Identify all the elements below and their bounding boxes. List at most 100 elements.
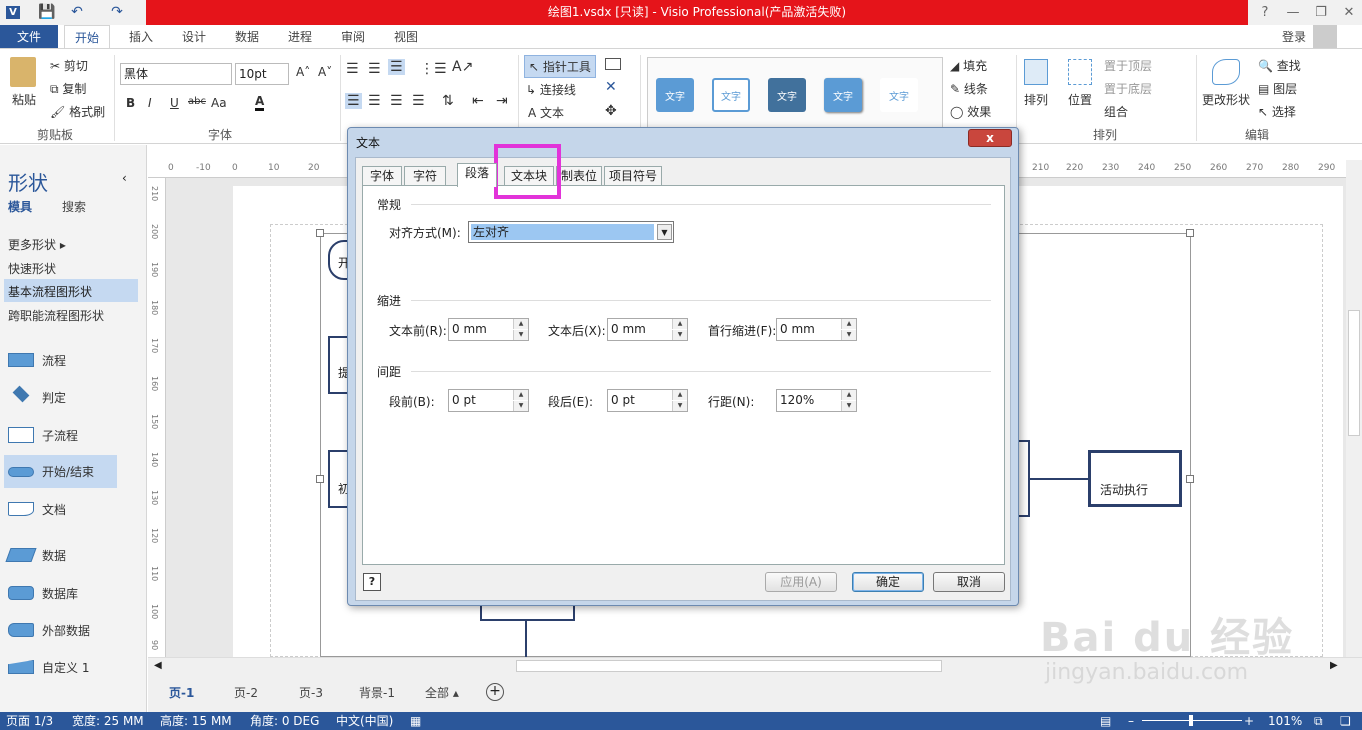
spin-down-icon[interactable]: ▼ xyxy=(672,401,687,411)
font-size-select[interactable]: 10pt xyxy=(235,63,289,85)
page-tab-2[interactable]: 页-2 xyxy=(234,684,258,701)
arrange-button[interactable]: 排列 xyxy=(1024,91,1048,108)
tab-review[interactable]: 审阅 xyxy=(331,25,375,49)
decrease-indent-icon[interactable]: ⇤ xyxy=(472,93,484,109)
dropdown-arrow-icon[interactable]: ▼ xyxy=(657,224,672,240)
change-shape-icon[interactable] xyxy=(1212,59,1240,85)
page-tab-all[interactable]: 全部 ▴ xyxy=(425,684,459,701)
scroll-right-icon[interactable]: ▶ xyxy=(1330,660,1338,671)
align-left-icon[interactable]: ☰ xyxy=(345,93,362,109)
spin-up-icon[interactable]: ▲ xyxy=(672,390,687,400)
spin-down-icon[interactable]: ▼ xyxy=(841,401,856,411)
undo-icon[interactable]: ↶ xyxy=(66,2,88,22)
find-button[interactable]: 🔍 查找 xyxy=(1258,57,1301,74)
justify-icon[interactable]: ☰ xyxy=(412,93,425,109)
underline-button[interactable]: U xyxy=(170,96,179,110)
tab-insert[interactable]: 插入 xyxy=(119,25,163,49)
paste-icon[interactable] xyxy=(10,57,36,87)
tab-file[interactable]: 文件 xyxy=(0,25,58,49)
scroll-left-icon[interactable]: ◀ xyxy=(154,660,162,671)
restore-button[interactable]: ❐ xyxy=(1308,0,1334,25)
spin-up-icon[interactable]: ▲ xyxy=(841,319,856,329)
more-shapes-item[interactable]: 更多形状 ▸ xyxy=(8,236,66,253)
bold-button[interactable]: B xyxy=(126,96,135,110)
position-button[interactable]: 位置 xyxy=(1068,91,1092,108)
page-tab-1[interactable]: 页-1 xyxy=(169,684,194,701)
selection-handle[interactable] xyxy=(316,229,324,237)
add-page-icon[interactable]: + xyxy=(486,683,504,701)
vertical-scrollbar[interactable] xyxy=(1346,160,1362,657)
delete-x-icon[interactable]: ✕ xyxy=(605,79,617,95)
scroll-thumb[interactable] xyxy=(1348,310,1360,436)
text-tool-button[interactable]: A 文本 xyxy=(528,104,564,121)
shape-item-custom-1[interactable]: 自定义 1 xyxy=(8,652,89,682)
signin-link[interactable]: 登录 xyxy=(1272,25,1316,49)
first-line-indent-spinner[interactable]: 0 mm ▲ ▼ xyxy=(776,318,857,341)
align-right-icon[interactable]: ☰ xyxy=(390,93,403,109)
fill-button[interactable]: ◢ 填充 xyxy=(950,57,987,74)
font-color-button[interactable]: A xyxy=(255,94,265,111)
tab-process[interactable]: 进程 xyxy=(278,25,322,49)
zoom-out-icon[interactable]: – xyxy=(1128,712,1134,730)
alignment-select[interactable]: 左对齐 ▼ xyxy=(468,221,674,243)
tab-stencils[interactable]: 模具 xyxy=(8,198,32,215)
selection-handle[interactable] xyxy=(316,475,324,483)
space-before-spinner[interactable]: 0 pt ▲ ▼ xyxy=(448,389,529,412)
cancel-button[interactable]: 取消 xyxy=(933,572,1005,592)
apply-button[interactable]: 应用(A) xyxy=(765,572,837,592)
text-rotate-icon[interactable]: A↗ xyxy=(452,59,473,75)
basic-flowchart-item[interactable]: 基本流程图形状 xyxy=(4,279,138,302)
align-top-icon[interactable]: ☰ xyxy=(346,61,359,77)
shrink-font-button[interactable]: A˅ xyxy=(318,65,332,79)
shape-item-subprocess[interactable]: 子流程 xyxy=(8,420,78,450)
status-language[interactable]: 中文(中国) xyxy=(336,712,393,730)
dialog-close-button[interactable]: x xyxy=(968,129,1012,147)
font-name-select[interactable]: 黑体 xyxy=(120,63,232,85)
selection-handle[interactable] xyxy=(1186,475,1194,483)
close-button[interactable]: ✕ xyxy=(1336,0,1362,25)
line-spacing-spinner[interactable]: 120% ▲ ▼ xyxy=(776,389,857,412)
shape-item-database[interactable]: 数据库 xyxy=(8,578,78,608)
select-button[interactable]: ↖ 选择 xyxy=(1258,103,1296,120)
arrange-icon[interactable] xyxy=(1024,59,1048,85)
align-center-icon[interactable]: ☰ xyxy=(368,93,381,109)
cut-button[interactable]: ✂ 剪切 xyxy=(50,57,88,74)
minimize-button[interactable]: — xyxy=(1280,0,1306,25)
rectangle-icon[interactable] xyxy=(605,58,621,70)
shape-item-data[interactable]: 数据 xyxy=(5,540,66,570)
vertical-text-icon[interactable]: ⇅ xyxy=(442,93,454,109)
dialog-tab-character[interactable]: 字符 xyxy=(404,166,446,186)
connector-button[interactable]: ↳ 连接线 xyxy=(526,81,576,98)
page-tab-background[interactable]: 背景-1 xyxy=(359,684,395,701)
bullets-icon[interactable]: ⋮☰ xyxy=(420,61,447,77)
status-page[interactable]: 页面 1/3 xyxy=(6,712,53,730)
collapse-pane-icon[interactable]: ‹ xyxy=(122,171,127,185)
paste-button[interactable]: 粘贴 xyxy=(12,91,36,108)
format-painter-button[interactable]: 🖌 格式刷 xyxy=(50,103,105,120)
style-swatch[interactable]: 文字 xyxy=(768,78,806,112)
scroll-thumb[interactable] xyxy=(516,660,942,672)
fit-page-icon[interactable]: ⧉ xyxy=(1314,712,1323,730)
help-button[interactable]: ? xyxy=(1252,0,1278,25)
macro-icon[interactable]: ▦ xyxy=(410,712,421,730)
align-middle-icon[interactable]: ☰ xyxy=(368,61,381,77)
shape-item-terminator[interactable]: 开始/结束 xyxy=(4,455,117,488)
increase-indent-icon[interactable]: ⇥ xyxy=(496,93,508,109)
shape-item-external-data[interactable]: 外部数据 xyxy=(8,615,90,645)
zoom-level[interactable]: 101% xyxy=(1268,712,1302,730)
redo-icon[interactable]: ↷ xyxy=(106,2,128,22)
tab-search[interactable]: 搜索 xyxy=(62,198,86,215)
quick-shapes-item[interactable]: 快速形状 xyxy=(8,260,56,277)
change-shape-button[interactable]: 更改形状 xyxy=(1202,91,1250,108)
shape-item-document[interactable]: 文档 xyxy=(8,494,66,524)
tab-view[interactable]: 视图 xyxy=(384,25,428,49)
dialog-tab-paragraph[interactable]: 段落 xyxy=(457,163,497,187)
align-bottom-icon[interactable]: ☰ xyxy=(388,59,405,75)
selection-handle[interactable] xyxy=(1186,229,1194,237)
effect-button[interactable]: ◯ 效果 xyxy=(950,103,991,120)
tab-data[interactable]: 数据 xyxy=(225,25,269,49)
layers-button[interactable]: ▤ 图层 xyxy=(1258,80,1297,97)
connection-point-icon[interactable]: ✥ xyxy=(605,103,617,119)
spin-up-icon[interactable]: ▲ xyxy=(841,390,856,400)
spin-up-icon[interactable]: ▲ xyxy=(513,319,528,329)
